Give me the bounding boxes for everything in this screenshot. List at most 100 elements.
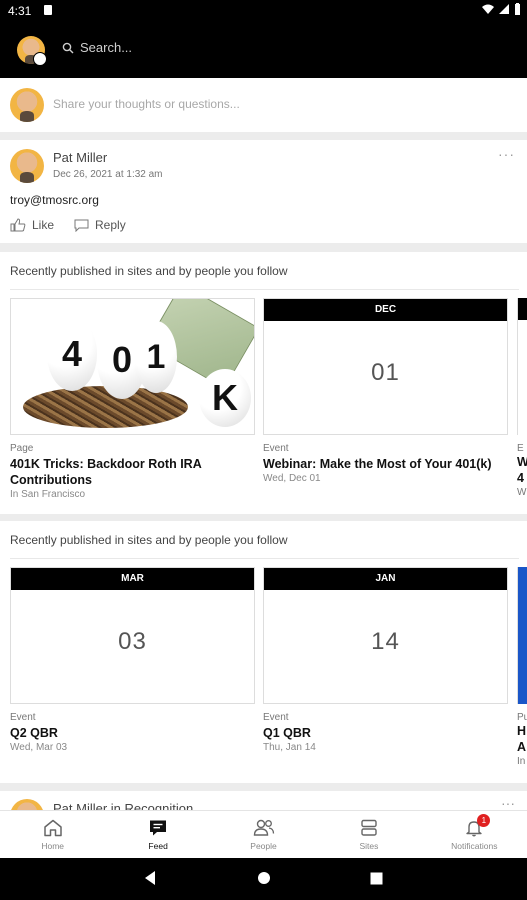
content-title[interactable]: Webinar: Make the Most of Your 401(k)	[263, 456, 508, 472]
feed-icon	[150, 820, 167, 836]
system-nav-bar	[0, 858, 527, 900]
account-badge-icon	[33, 52, 47, 66]
content-type: Event	[10, 712, 36, 723]
tab-sites[interactable]: Sites	[316, 811, 421, 858]
tab-label: Notifications	[451, 841, 498, 851]
event-date-thumb: JAN 14	[263, 567, 508, 704]
content-card-peek[interactable]: Pu H A In	[517, 567, 527, 767]
tab-label: Feed	[148, 841, 168, 851]
section-heading: Recently published in sites and by peopl…	[10, 264, 288, 278]
sim-card-icon	[44, 5, 52, 15]
app-header: Search...	[0, 22, 527, 78]
egg-4: 4	[47, 317, 97, 391]
overview-square-icon[interactable]	[370, 872, 383, 885]
tab-people[interactable]: People	[211, 811, 316, 858]
content-title[interactable]: Q2 QBR	[10, 725, 255, 741]
signal-icon	[499, 4, 509, 14]
peek-type: Pu	[517, 712, 527, 723]
like-button[interactable]: Like	[10, 218, 54, 232]
egg-1: 1	[135, 321, 177, 393]
recent-content-section: Recently published in sites and by peopl…	[0, 252, 527, 514]
more-options-icon[interactable]: ···	[501, 795, 515, 811]
egg-k: K	[199, 369, 251, 427]
content-meta: Wed, Dec 01	[263, 473, 321, 484]
peek-thumb	[517, 298, 527, 435]
reply-label: Reply	[95, 218, 126, 232]
content-type: Event	[263, 712, 289, 723]
status-time: 4:31	[8, 4, 32, 18]
bottom-tab-bar: Home Feed People Sites 1 Notifications	[0, 810, 527, 858]
peek-title-line: A	[517, 740, 527, 754]
wifi-icon	[482, 4, 494, 14]
reply-button[interactable]: Reply	[74, 218, 126, 232]
content-card[interactable]: 4 0 1 K Page 401K Tricks: Backdoor Roth …	[10, 298, 255, 500]
content-type: Event	[263, 443, 289, 454]
thumbs-up-icon	[10, 218, 26, 232]
event-day: 01	[371, 359, 400, 386]
event-date-thumb: DEC 01	[263, 298, 508, 435]
recent-content-section: Recently published in sites and by peopl…	[0, 521, 527, 783]
sites-icon	[361, 819, 377, 836]
tab-feed[interactable]: Feed	[105, 811, 210, 858]
avatar	[10, 88, 44, 122]
event-month: JAN	[264, 568, 507, 590]
tab-label: Sites	[359, 841, 379, 851]
comment-icon	[74, 219, 89, 232]
battery-icon	[515, 3, 520, 15]
content-card[interactable]: DEC 01 Event Webinar: Make the Most of Y…	[263, 298, 508, 484]
feed-post: Pat Miller Dec 26, 2021 at 1:32 am ··· t…	[0, 140, 527, 243]
search-placeholder: Search...	[80, 40, 133, 55]
divider	[10, 289, 519, 290]
content-type: Page	[10, 443, 34, 454]
like-label: Like	[32, 218, 55, 232]
post-actions: Like Reply	[10, 218, 126, 232]
401k-eggs-image: 4 0 1 K	[10, 298, 255, 435]
home-icon	[43, 819, 62, 837]
peek-type: E	[517, 443, 524, 454]
divider	[10, 558, 519, 559]
content-title[interactable]: Q1 QBR	[263, 725, 508, 741]
peek-meta: In	[517, 756, 526, 767]
people-icon	[253, 819, 274, 836]
tab-notifications[interactable]: 1 Notifications	[422, 811, 527, 858]
event-day: 14	[371, 628, 400, 655]
composer-placeholder: Share your thoughts or questions...	[53, 97, 240, 111]
content-meta: Thu, Jan 14	[263, 742, 316, 753]
content-card[interactable]: JAN 14 Event Q1 QBR Thu, Jan 14	[263, 567, 508, 753]
event-month: DEC	[264, 299, 507, 321]
event-day: 03	[118, 628, 147, 655]
system-icons	[482, 3, 521, 15]
event-date-thumb: MAR 03	[10, 567, 255, 704]
more-options-icon[interactable]: ···	[498, 146, 515, 162]
tab-home[interactable]: Home	[0, 811, 105, 858]
back-icon[interactable]	[143, 870, 157, 886]
post-date: Dec 26, 2021 at 1:32 am	[53, 169, 163, 180]
search-icon	[62, 42, 74, 53]
peek-thumb	[517, 567, 527, 704]
post-author[interactable]: Pat Miller	[53, 150, 107, 165]
tab-label: Home	[41, 841, 65, 851]
event-month: MAR	[11, 568, 254, 590]
feed-post: Pat Miller in Recognition ···	[0, 791, 527, 811]
section-heading: Recently published in sites and by peopl…	[10, 533, 288, 547]
content-title[interactable]: 401K Tricks: Backdoor Roth IRA Contribut…	[10, 456, 255, 488]
profile-avatar-button[interactable]	[17, 36, 47, 66]
content-meta: In San Francisco	[10, 489, 86, 500]
peek-band	[518, 298, 527, 320]
content-card-peek[interactable]: E W 4 W	[517, 298, 527, 498]
peek-title-line: 4	[517, 471, 524, 485]
search-input[interactable]: Search...	[62, 40, 132, 55]
notification-count-badge: 1	[477, 814, 491, 827]
status-bar: 4:31	[0, 0, 527, 22]
peek-title-line: W	[517, 455, 527, 469]
avatar[interactable]	[10, 149, 44, 183]
home-circle-icon[interactable]	[257, 871, 271, 885]
content-card[interactable]: MAR 03 Event Q2 QBR Wed, Mar 03	[10, 567, 255, 753]
content-meta: Wed, Mar 03	[10, 742, 68, 753]
peek-meta: W	[517, 487, 527, 498]
peek-title-line: H	[517, 724, 527, 738]
post-body[interactable]: troy@tmosrc.org	[10, 193, 99, 207]
post-composer[interactable]: Share your thoughts or questions...	[0, 78, 527, 132]
nest-shape	[23, 386, 188, 428]
tab-label: People	[250, 841, 277, 851]
